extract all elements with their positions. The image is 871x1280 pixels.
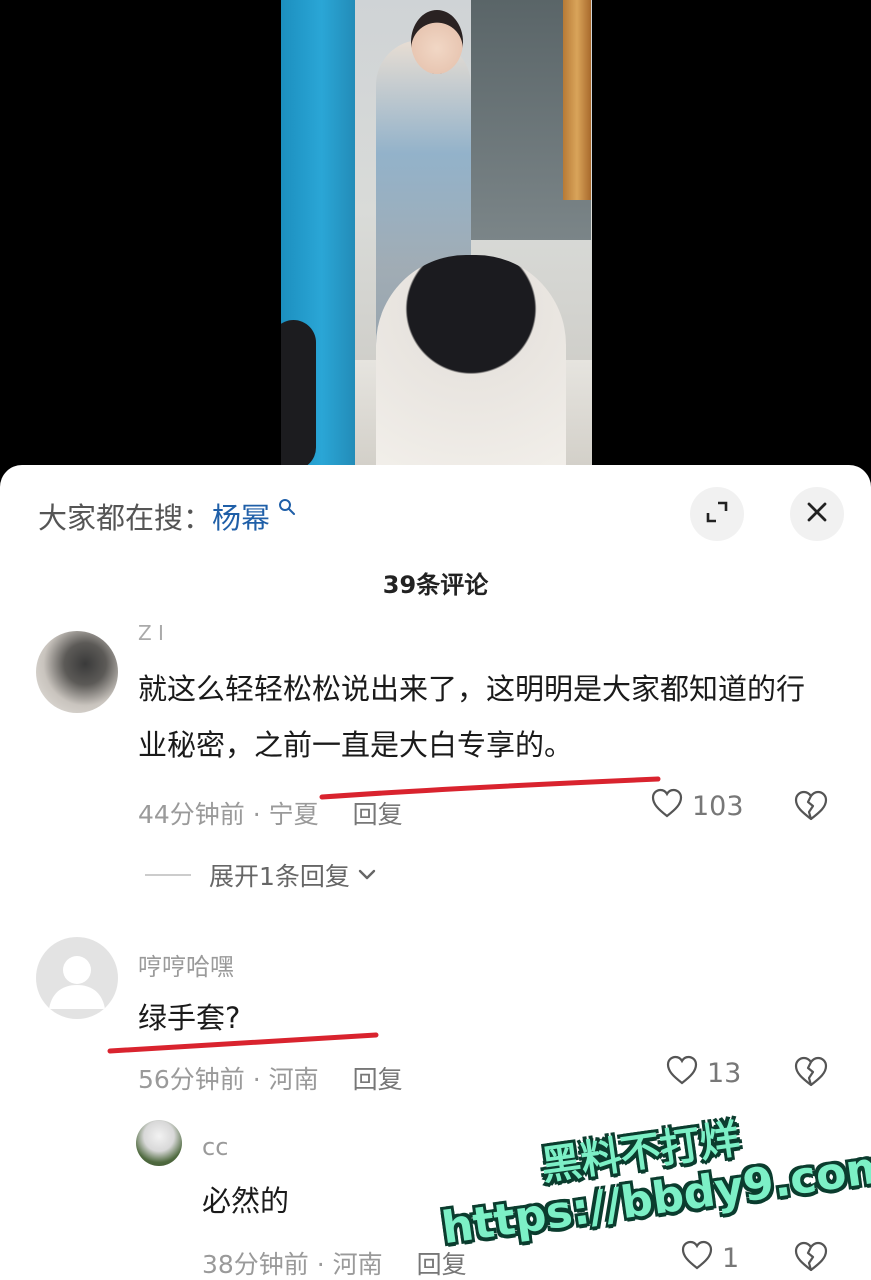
comments-sheet: 大家都在搜：杨幂 39条评论 Z I 就这么轻轻松松说出来了，这明明是大家都知道… bbox=[0, 465, 871, 1280]
reply-button[interactable]: 回复 bbox=[353, 1065, 403, 1094]
comment-text: 就这么轻轻松松说出来了，这明明是大家都知道的行业秘密，之前一直是大白专享的。 bbox=[138, 672, 806, 762]
avatar[interactable] bbox=[36, 937, 118, 1019]
dislike-button[interactable] bbox=[793, 1055, 829, 1089]
comment-time-location: 38分钟前 · 河南 bbox=[202, 1250, 383, 1279]
video-player[interactable] bbox=[0, 0, 871, 480]
expand-icon bbox=[704, 499, 730, 529]
trending-search-term[interactable]: 杨幂 bbox=[212, 501, 270, 535]
comment-meta: 38分钟前 · 河南 回复 bbox=[202, 1245, 467, 1280]
avatar[interactable] bbox=[36, 631, 118, 713]
comment-username[interactable]: cc bbox=[202, 1133, 228, 1161]
default-avatar-icon bbox=[49, 956, 105, 1009]
chevron-down-icon bbox=[356, 864, 378, 886]
trending-search-prefix: 大家都在搜： bbox=[38, 501, 213, 535]
search-icon bbox=[272, 497, 296, 521]
like-count: 13 bbox=[707, 1058, 742, 1089]
comment-username[interactable]: Z I bbox=[138, 621, 164, 641]
dislike-button[interactable] bbox=[793, 789, 829, 823]
comment-time-location: 44分钟前 · 宁夏 bbox=[138, 800, 319, 829]
close-button[interactable] bbox=[790, 487, 844, 541]
video-person-head bbox=[411, 10, 463, 74]
watermark: 黑料不打烊 https://bbdy9.com bbox=[439, 1116, 871, 1260]
video-bystander bbox=[281, 320, 316, 470]
video-gold-frame bbox=[563, 0, 591, 200]
broken-heart-icon bbox=[793, 790, 829, 827]
like-button[interactable]: 103 bbox=[650, 787, 744, 826]
red-underline-annotation bbox=[107, 1032, 379, 1054]
heart-outline-icon bbox=[665, 1054, 699, 1093]
expand-replies-button[interactable]: 展开1条回复 bbox=[145, 857, 378, 893]
close-icon bbox=[805, 500, 829, 528]
comment-time-location: 56分钟前 · 河南 bbox=[138, 1065, 319, 1094]
video-frame bbox=[281, 0, 592, 470]
video-viewer bbox=[376, 255, 566, 470]
expand-button[interactable] bbox=[690, 487, 744, 541]
like-count: 103 bbox=[692, 791, 744, 822]
divider-line bbox=[145, 874, 191, 876]
trending-search[interactable]: 大家都在搜：杨幂 bbox=[38, 495, 296, 537]
comment-meta: 56分钟前 · 河南 回复 bbox=[138, 1060, 403, 1096]
avatar[interactable] bbox=[136, 1120, 182, 1166]
broken-heart-icon bbox=[793, 1056, 829, 1093]
comment-count-title: 39条评论 bbox=[382, 571, 489, 599]
broken-heart-icon bbox=[793, 1241, 829, 1278]
expand-replies-label: 展开1条回复 bbox=[209, 862, 350, 891]
like-button[interactable]: 13 bbox=[665, 1054, 741, 1093]
comment-username[interactable]: 哼哼哈嘿 bbox=[138, 947, 234, 982]
red-underline-annotation bbox=[319, 776, 661, 800]
